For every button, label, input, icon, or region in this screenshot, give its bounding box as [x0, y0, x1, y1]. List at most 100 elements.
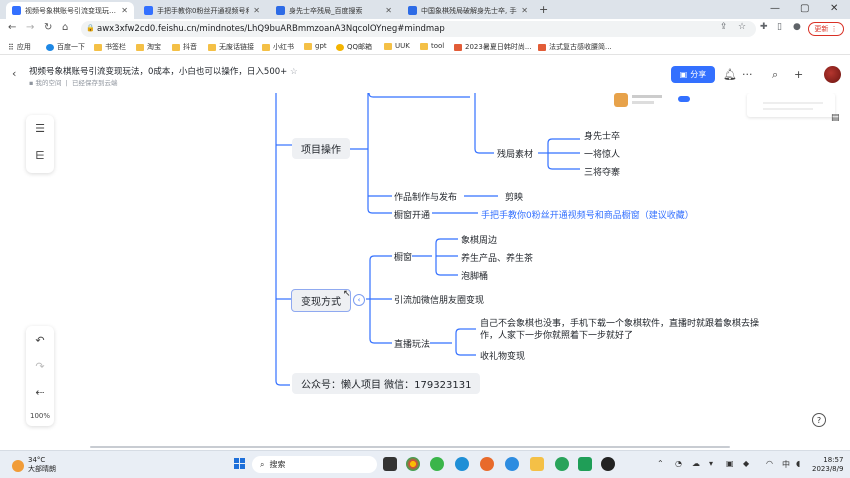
share-button[interactable]: ▣ 分享: [671, 66, 715, 83]
tray-app-icon[interactable]: ☁: [692, 459, 700, 468]
tray-app-icon[interactable]: ▾: [709, 459, 713, 468]
close-icon[interactable]: ✕: [381, 6, 392, 15]
maximize-icon[interactable]: ▢: [800, 3, 809, 14]
tab-chess[interactable]: 中国象棋残局破解身先士卒, 手把 ✕: [402, 2, 534, 19]
undo-icon[interactable]: ↶: [26, 334, 54, 347]
volume-icon[interactable]: ◖: [796, 459, 800, 468]
close-icon[interactable]: ✕: [249, 6, 260, 15]
sidepanel-icon[interactable]: ▯: [777, 22, 782, 32]
forward-icon[interactable]: →: [26, 22, 34, 33]
update-button[interactable]: 更新 ⋮: [808, 22, 844, 36]
more-icon[interactable]: ···: [742, 68, 753, 81]
bookmark-xhs[interactable]: 小红书: [262, 42, 294, 52]
taskbar-search[interactable]: ⌕ 搜索: [252, 456, 377, 473]
node-showcase-item[interactable]: 养生产品、养生茶: [461, 251, 533, 264]
bookmark-folder[interactable]: 书签栏: [94, 42, 126, 52]
profile-icon[interactable]: ●: [793, 22, 801, 32]
minimize-icon[interactable]: —: [770, 3, 780, 14]
star-icon[interactable]: ☆: [290, 67, 298, 77]
home-icon[interactable]: ⌂: [62, 22, 68, 33]
reload-icon[interactable]: ↻: [44, 22, 52, 33]
windows-start-icon[interactable]: [234, 458, 246, 470]
bookmark-gpt[interactable]: gpt: [304, 42, 327, 50]
back-icon[interactable]: ←: [8, 22, 16, 33]
node-wechat-traffic[interactable]: 引流加微信朋友圈变现: [394, 293, 484, 306]
bell-icon[interactable]: 🔔︎: [723, 68, 737, 81]
edge-icon[interactable]: [455, 457, 469, 471]
horizontal-scrollbar[interactable]: [90, 446, 730, 448]
app-icon[interactable]: [430, 457, 444, 471]
tray-chevron-icon[interactable]: ⌃: [657, 459, 664, 468]
tab-baidu[interactable]: 身先士卒残局_百度搜索 ✕: [270, 2, 398, 19]
node-showcase-item[interactable]: 象棋周边: [461, 233, 497, 246]
avatar[interactable]: [824, 66, 841, 83]
share-page-icon[interactable]: ⇪: [720, 22, 728, 32]
bookmark-taobao[interactable]: 淘宝: [136, 42, 161, 52]
wifi-icon[interactable]: ◠: [766, 459, 773, 468]
close-icon[interactable]: ✕: [517, 6, 528, 15]
node-endgame-material[interactable]: 残局素材: [497, 147, 533, 160]
tray-app-icon[interactable]: ◆: [743, 459, 749, 468]
close-icon[interactable]: ✕: [117, 6, 128, 15]
bookmark-fashion[interactable]: 2023暑夏日韩时尚...: [454, 42, 532, 52]
bookmark-dress[interactable]: 法式复古感收腰简...: [538, 42, 612, 52]
search-icon[interactable]: ⌕: [772, 68, 778, 82]
redo-icon[interactable]: ↷: [26, 360, 54, 373]
node-showcase[interactable]: 橱窗: [394, 250, 412, 263]
node-live-play[interactable]: 直播玩法: [394, 337, 430, 350]
tray-app-icon[interactable]: ▣: [726, 459, 734, 468]
node-live-item[interactable]: 自己不会象棋也没事，手机下载一个象棋软件，直播时就跟着象棋去操作，人家下一步你就…: [480, 318, 765, 342]
bookmark-uuk[interactable]: UUK: [384, 42, 410, 50]
collapse-outline-icon[interactable]: ⋿: [26, 149, 54, 162]
chrome-icon[interactable]: [406, 457, 420, 471]
media-player-icon[interactable]: [601, 457, 615, 471]
node-jianying[interactable]: 剪映: [505, 190, 523, 203]
collapse-toggle-icon[interactable]: ‹: [353, 294, 365, 306]
fit-view-icon[interactable]: ⇠: [26, 386, 54, 399]
close-window-icon[interactable]: ✕: [830, 3, 838, 14]
node-project-ops[interactable]: 项目操作: [292, 138, 350, 159]
mindmap-canvas[interactable]: ☰ ⋿ ↶ ↷ ⇠ 100% ▤ 项目操作 残局素材 身先士卒 一将惊人 三将夺…: [0, 93, 850, 448]
node-showcase-item[interactable]: 泡脚桶: [461, 269, 488, 282]
file-explorer-icon[interactable]: [530, 457, 544, 471]
back-chevron-icon[interactable]: ‹: [12, 67, 16, 80]
new-tab-button[interactable]: +: [539, 3, 548, 16]
tab-guide[interactable]: 手把手教你0粉丝开通视频号和商 ✕: [138, 2, 266, 19]
task-view-icon[interactable]: [383, 457, 397, 471]
node-monetize[interactable]: 变现方式: [291, 289, 351, 312]
node-showcase-open[interactable]: 橱窗开通: [394, 208, 430, 221]
bookmark-baidu[interactable]: 百度一下: [46, 42, 85, 52]
tab-mindmap[interactable]: 视频号象棋账号引流变现玩法, 0成 ✕: [6, 2, 134, 19]
node-works-publish[interactable]: 作品制作与发布: [394, 190, 457, 203]
wechat-icon[interactable]: [555, 457, 569, 471]
help-icon[interactable]: ?: [812, 413, 826, 427]
weather-widget[interactable]: 34°C 大部晴朗: [28, 456, 56, 474]
browser-icon[interactable]: [505, 457, 519, 471]
star-icon[interactable]: ☆: [738, 22, 746, 32]
app-icon[interactable]: [578, 457, 592, 471]
taskbar-clock[interactable]: 18:57 2023/8/9: [812, 456, 843, 474]
bookmark-tool[interactable]: tool: [420, 42, 444, 50]
document-title[interactable]: 视频号象棋账号引流变现玩法，0成本，小白也可以操作，日入500+ ☆: [29, 65, 298, 77]
node-contact[interactable]: 公众号：懒人项目 微信：179323131: [292, 373, 481, 394]
url-bar[interactable]: 🔒 awx3xfw2cd0.feishu.cn/mindnotes/LhQ9bu…: [81, 21, 756, 37]
comment-icon[interactable]: ▤: [831, 113, 840, 123]
lang-indicator[interactable]: 中: [782, 459, 790, 470]
list-icon[interactable]: ☰: [26, 122, 54, 135]
image-thumbnail[interactable]: [747, 93, 835, 117]
firefox-icon[interactable]: [480, 457, 494, 471]
image-thumbnail[interactable]: [612, 93, 692, 115]
node-showcase-link[interactable]: 手把手教你0粉丝开通视频号和商品橱窗（建议收藏）: [481, 208, 694, 221]
url-text[interactable]: awx3xfw2cd0.feishu.cn/mindnotes/LhQ9buAR…: [97, 24, 445, 34]
node-endgame-item[interactable]: 身先士卒: [584, 129, 620, 142]
bookmark-links[interactable]: 无废话链接: [208, 42, 254, 52]
extensions-icon[interactable]: ✚: [760, 22, 768, 32]
tray-app-icon[interactable]: ◔: [675, 459, 682, 468]
node-live-item[interactable]: 收礼物变现: [480, 349, 525, 362]
location-label[interactable]: 我的空间: [35, 79, 61, 87]
bookmark-douyin[interactable]: 抖音: [172, 42, 197, 52]
zoom-level[interactable]: 100%: [26, 412, 54, 420]
bookmark-qqmail[interactable]: QQ邮箱: [336, 42, 372, 52]
node-endgame-item[interactable]: 一将惊人: [584, 147, 620, 160]
add-icon[interactable]: +: [794, 68, 803, 81]
